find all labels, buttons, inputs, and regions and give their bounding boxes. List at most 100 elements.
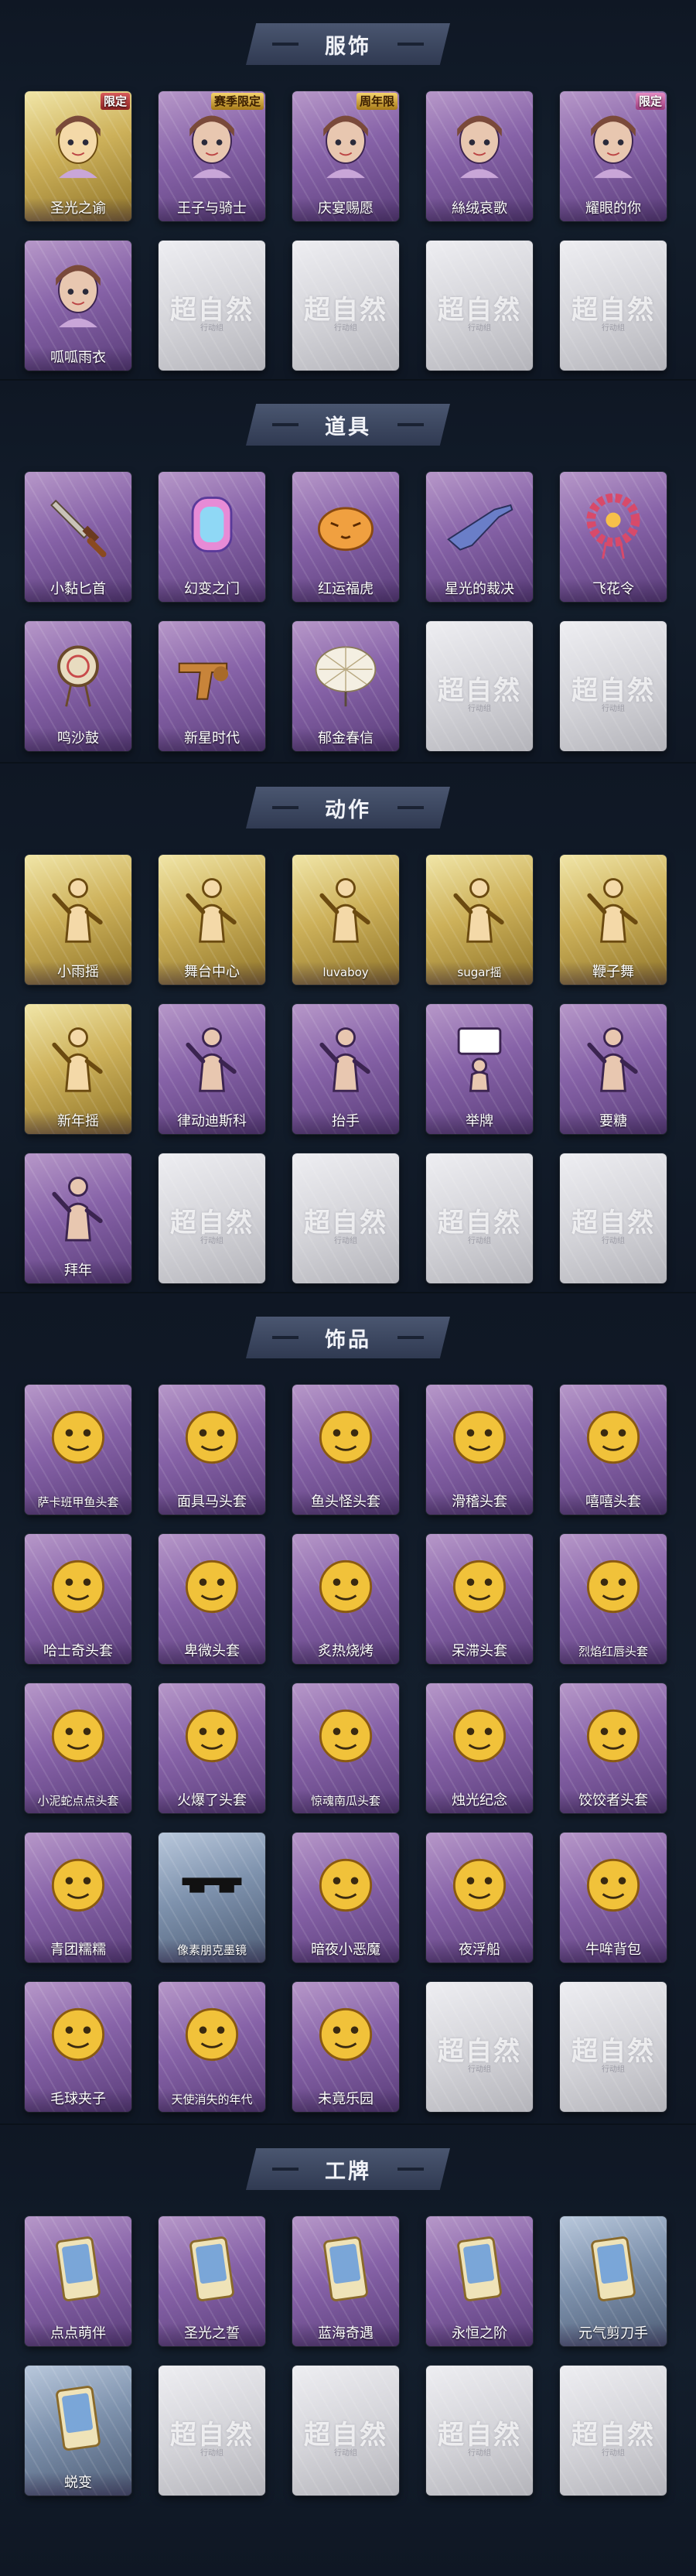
section-header: 工牌 [246, 2148, 450, 2190]
item-card[interactable]: 未竟乐园 [292, 1982, 399, 2112]
snake-icon [39, 1699, 118, 1773]
item-card[interactable]: 律动迪斯科 [159, 1004, 265, 1134]
item-card[interactable]: 青团糯糯 [25, 1833, 131, 1963]
umbrella-icon [306, 637, 385, 711]
item-card[interactable]: 新年摇 [25, 1004, 131, 1134]
card-icon [39, 2381, 118, 2455]
item-card[interactable]: 蓝海奇遇 [292, 2216, 399, 2346]
candle-icon [440, 1699, 519, 1773]
item-label: 拜年 [25, 1260, 131, 1283]
item-label: 鞭子舞 [560, 962, 667, 985]
section-title: 工牌 [325, 2159, 371, 2184]
fish-head-icon [39, 1400, 118, 1474]
pose-icon [574, 1020, 653, 1094]
item-label: 哈士奇头套 [25, 1641, 131, 1664]
item-card[interactable]: 卑微头套 [159, 1534, 265, 1664]
placeholder-subtitle: 行动组 [468, 1237, 491, 1245]
item-label: 小雨摇 [25, 962, 131, 985]
item-card[interactable]: 惊魂南瓜头套 [292, 1683, 399, 1813]
item-card[interactable]: 庆宴赐愿 周年限 [292, 91, 399, 221]
dazed-face-icon [440, 1549, 519, 1624]
item-card[interactable]: 王子与骑士 赛季限定 [159, 91, 265, 221]
item-label: 新星时代 [159, 728, 265, 751]
item-label: 萨卡班甲鱼头套 [25, 1491, 131, 1515]
item-card[interactable]: 幻变之门 [159, 472, 265, 602]
item-label: 烛光纪念 [426, 1790, 533, 1813]
empty-slot: 超自然 行动组 [426, 241, 533, 371]
placeholder-subtitle: 行动组 [200, 1237, 223, 1245]
item-card[interactable]: 星光的裁决 [426, 472, 533, 602]
item-card[interactable]: 鱼头怪头套 [292, 1385, 399, 1515]
empty-slot: 超自然 行动组 [159, 241, 265, 371]
ghost-ship-icon [440, 1848, 519, 1922]
revolver-icon [172, 637, 251, 711]
section-title: 道具 [325, 415, 371, 439]
item-card[interactable]: luvaboy [292, 855, 399, 985]
item-card[interactable]: 新星时代 [159, 621, 265, 751]
limited-badge: 限定 [100, 93, 130, 110]
item-card[interactable]: 滑稽头套 [426, 1385, 533, 1515]
portrait-icon [39, 107, 118, 181]
item-card[interactable]: 萨卡班甲鱼头套 [25, 1385, 131, 1515]
item-card[interactable]: 炙热烧烤 [292, 1534, 399, 1664]
item-card[interactable]: 要糖 [560, 1004, 667, 1134]
section-accessories: 饰品 萨卡班甲鱼头套 面具马头套 鱼头怪头套 滑稽头套 嘻嘻头套 哈士奇头套 卑… [0, 1292, 696, 2123]
item-card[interactable]: 毛球夹子 [25, 1982, 131, 2112]
sad-face-icon [172, 1549, 251, 1624]
funny-face-icon [440, 1400, 519, 1474]
item-card[interactable]: 小泥蛇点点头套 [25, 1683, 131, 1813]
empty-slot: 超自然 行动组 [292, 241, 399, 371]
item-card[interactable]: 天使消失的年代 [159, 1982, 265, 2112]
item-card[interactable]: 像素朋克墨镜 [159, 1833, 265, 1963]
cow-backpack-icon [574, 1848, 653, 1922]
item-card[interactable]: 圣光之誓 [159, 2216, 265, 2346]
item-card[interactable]: 郁金春信 [292, 621, 399, 751]
placeholder-subtitle: 行动组 [468, 324, 491, 333]
fairy-icon [306, 1997, 385, 2072]
placeholder-subtitle: 行动组 [334, 2449, 357, 2458]
placeholder-subtitle: 行动组 [200, 2449, 223, 2458]
item-card[interactable]: 呱呱雨衣 [25, 241, 131, 371]
item-card[interactable]: 夜浮船 [426, 1833, 533, 1963]
item-label: 烈焰红唇头套 [560, 1641, 667, 1664]
item-card[interactable]: 嘻嘻头套 [560, 1385, 667, 1515]
item-card[interactable]: 哈士奇头套 [25, 1534, 131, 1664]
item-card[interactable]: 永恒之阶 [426, 2216, 533, 2346]
item-card[interactable]: 圣光之谕 限定 [25, 91, 131, 221]
item-card[interactable]: 烛光纪念 [426, 1683, 533, 1813]
item-label: 青团糯糯 [25, 1939, 131, 1963]
item-card[interactable]: 拜年 [25, 1153, 131, 1283]
item-card[interactable]: 暗夜小恶魔 [292, 1833, 399, 1963]
item-card[interactable]: 小黏匕首 [25, 472, 131, 602]
item-card[interactable]: 呆滞头套 [426, 1534, 533, 1664]
item-card[interactable]: 抬手 [292, 1004, 399, 1134]
item-card[interactable]: 面具马头套 [159, 1385, 265, 1515]
gate-icon [172, 487, 251, 562]
section-header: 饰品 [246, 1317, 450, 1358]
item-card[interactable]: 牛哞背包 [560, 1833, 667, 1963]
item-label: 炙热烧烤 [292, 1641, 399, 1664]
item-card[interactable]: 鸣沙鼓 [25, 621, 131, 751]
empty-slot: 超自然 行动组 [292, 2366, 399, 2496]
item-card[interactable]: 举牌 [426, 1004, 533, 1134]
item-card[interactable]: 元气剪刀手 [560, 2216, 667, 2346]
item-card[interactable]: sugar摇 [426, 855, 533, 985]
item-card[interactable]: 饺饺者头套 [560, 1683, 667, 1813]
item-card[interactable]: 蜕变 [25, 2366, 131, 2496]
item-label: 絲绒哀歌 [426, 198, 533, 221]
item-card[interactable]: 烈焰红唇头套 [560, 1534, 667, 1664]
item-label: 嘻嘻头套 [560, 1491, 667, 1515]
item-card[interactable]: 点点萌伴 [25, 2216, 131, 2346]
item-card[interactable]: 鞭子舞 [560, 855, 667, 985]
item-card[interactable]: 舞台中心 [159, 855, 265, 985]
item-label: 蓝海奇遇 [292, 2323, 399, 2346]
item-card[interactable]: 耀眼的你 限定 [560, 91, 667, 221]
item-card[interactable]: 火爆了头套 [159, 1683, 265, 1813]
section-header: 道具 [246, 404, 450, 446]
item-card[interactable]: 小雨摇 [25, 855, 131, 985]
item-card[interactable]: 红运福虎 [292, 472, 399, 602]
item-card[interactable]: 絲绒哀歌 [426, 91, 533, 221]
pose-icon [39, 870, 118, 945]
item-card[interactable]: 飞花令 [560, 472, 667, 602]
devil-icon [306, 1848, 385, 1922]
